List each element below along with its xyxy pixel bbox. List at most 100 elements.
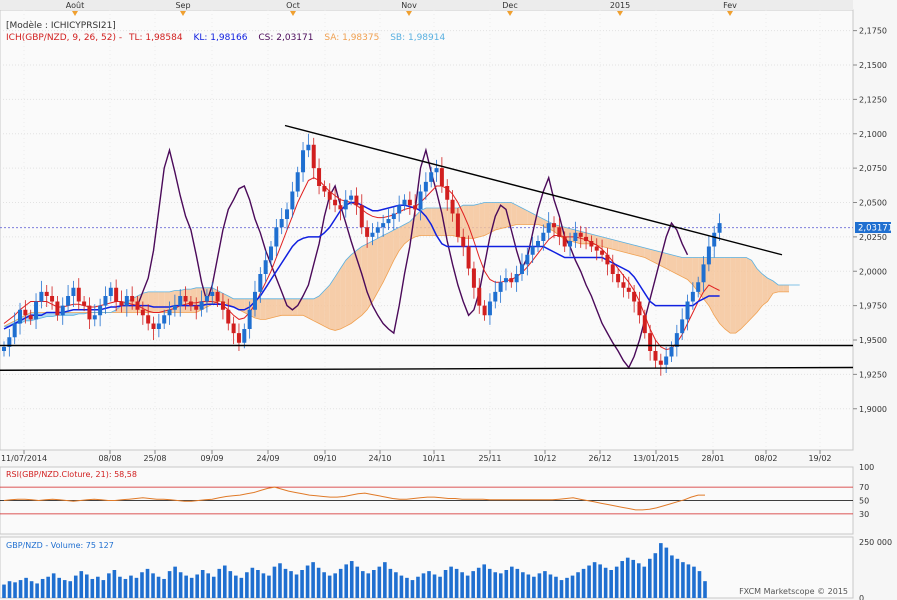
ich-label: ICH(GBP/NZD, 9, 26, 52) - [6, 33, 122, 43]
month-label: Oct [286, 1, 300, 10]
candle-body [226, 309, 231, 324]
kumo-segment [463, 205, 469, 239]
candle-body [584, 236, 589, 241]
kumo-segment [473, 203, 480, 239]
volume-bar [504, 570, 509, 598]
candle-body [402, 199, 407, 206]
month-label: 2015 [610, 1, 630, 10]
kumo-segment [628, 243, 635, 255]
volume-bar [167, 571, 172, 598]
candle-body [274, 227, 279, 247]
month-label: Nov [401, 1, 417, 10]
candle-body [525, 254, 530, 265]
volume-bar [493, 572, 498, 598]
month-label: Sep [175, 1, 190, 10]
kumo-segment [276, 298, 282, 317]
volume-bar [140, 572, 144, 598]
candle-body [82, 301, 87, 306]
rsi-tick-label: 100 [859, 463, 874, 472]
candle-body [343, 199, 348, 210]
volume-bar [559, 580, 564, 598]
volume-bar [432, 574, 437, 598]
candle-body [498, 282, 503, 292]
volume-bar [333, 573, 337, 598]
volume-bar [360, 571, 365, 598]
volume-bar [35, 583, 39, 598]
kumo-segment [372, 238, 378, 302]
rsi-tick-label: 70 [859, 483, 869, 492]
volume-bar [195, 574, 199, 598]
candle-body [60, 305, 65, 316]
date-tick-label: 24/10 [368, 454, 391, 463]
candle-body [215, 291, 220, 302]
volume-bar [107, 573, 111, 598]
kumo-segment [746, 257, 752, 324]
volume-bar [614, 566, 619, 598]
candle-body [434, 168, 439, 173]
volume-bar [554, 576, 558, 598]
kumo-segment [634, 245, 640, 257]
candle-body [413, 205, 418, 210]
date-tick-label: 25/08 [143, 454, 166, 463]
candle-body [39, 291, 44, 302]
candle-body [18, 309, 23, 324]
current-price-label: 2,03171 [858, 224, 893, 234]
kumo-segment [724, 257, 731, 334]
candle-body [258, 274, 263, 292]
candle-body [236, 333, 241, 343]
volume-bar [311, 562, 315, 598]
kumo-segment [345, 254, 352, 327]
volume-bar [427, 571, 431, 598]
kumo-segment [265, 298, 271, 320]
volume-bar [653, 553, 658, 598]
kumo-segment [148, 291, 154, 313]
volume-bar [366, 573, 371, 598]
volume-title: GBP/NZD - Volume: 75 127 [6, 541, 114, 550]
volume-bar [603, 567, 608, 598]
volume-bar [96, 576, 100, 598]
volume-bar [46, 576, 50, 598]
candle-body [23, 309, 28, 316]
kumo-segment [607, 238, 613, 250]
month-label: Dec [502, 1, 517, 10]
volume-bar [443, 570, 448, 598]
volume-bar [294, 574, 299, 598]
kumo-segment [153, 291, 159, 313]
candle-body [642, 315, 647, 334]
volume-bar [239, 577, 244, 598]
volume-bar [405, 577, 409, 598]
volume-panel[interactable] [0, 536, 854, 599]
rsi-tick-label: 30 [859, 510, 869, 519]
kumo-segment [762, 274, 768, 306]
volume-bar [454, 568, 459, 598]
volume-bar [670, 555, 674, 598]
volume-bar [636, 563, 641, 598]
kumo-segment [783, 285, 789, 292]
month-label: Août [66, 1, 84, 10]
volume-bar [576, 572, 580, 598]
candle-body [167, 309, 172, 316]
candle-body [370, 232, 375, 237]
volume-bar [222, 565, 227, 598]
candle-body [381, 223, 386, 228]
candle-body [359, 205, 364, 228]
date-tick-label: 13/01/2015 [633, 454, 679, 463]
volume-bar [642, 566, 647, 598]
volume-bar [90, 578, 95, 598]
chart-svg[interactable]: Août Sep Oct Nov Dec 2015 Fev 1,9000 1,9250 1,95… [0, 0, 897, 600]
volume-bar [267, 575, 271, 598]
candle-body [322, 186, 327, 192]
volume-bar [410, 580, 415, 598]
volume-bar [703, 581, 707, 598]
candle-body [562, 236, 567, 247]
volume-bar [625, 557, 630, 598]
candle-body [55, 301, 60, 316]
volume-bar [609, 570, 613, 598]
volume-bar [272, 566, 277, 598]
date-tick-label: 25/11 [478, 454, 501, 463]
date-tick-label: 09/10 [313, 454, 336, 463]
volume-bar [24, 577, 28, 598]
candle-body [509, 278, 514, 283]
candle-body [626, 287, 631, 292]
candle-body [87, 305, 92, 320]
